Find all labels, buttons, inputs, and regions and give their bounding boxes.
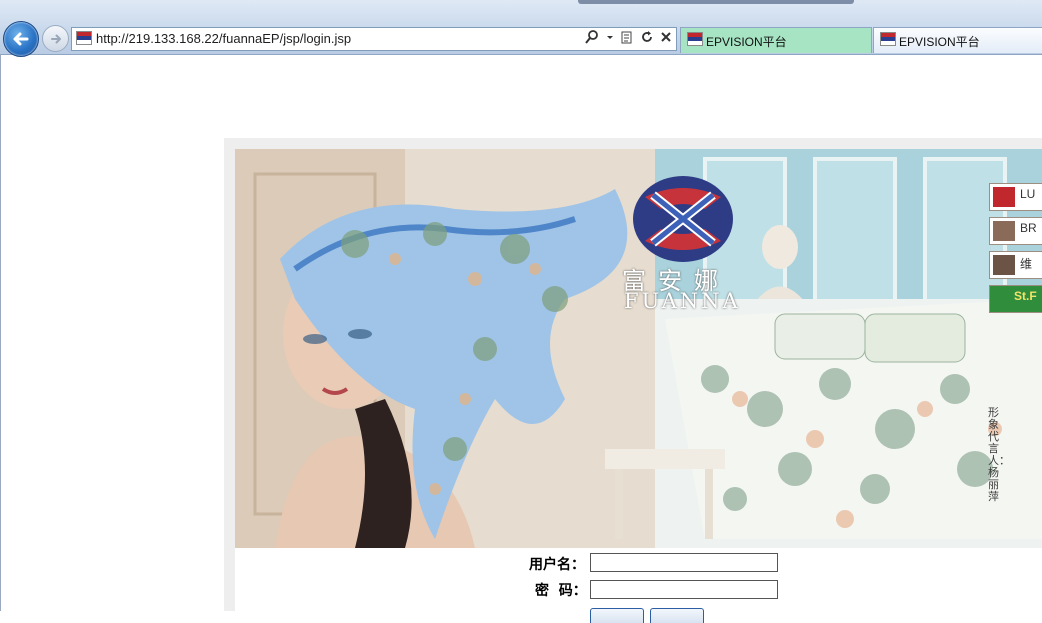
banner-artwork — [235, 149, 1042, 548]
window-caption-strip — [578, 0, 854, 4]
side-brand-logo: LU — [989, 183, 1042, 211]
tab-epvision-active[interactable]: EPVISION平台 — [680, 27, 872, 53]
window-left-border — [0, 54, 1, 611]
login-form: 用户名： 密 码： — [235, 548, 1042, 623]
stop-icon[interactable] — [660, 29, 672, 49]
side-brand-logo: BR — [989, 217, 1042, 245]
side-brand-logo: 维 — [989, 251, 1042, 279]
site-favicon-icon — [687, 32, 703, 46]
arrow-left-icon — [13, 32, 29, 46]
chevron-down-icon[interactable] — [606, 29, 614, 49]
compatibility-view-icon[interactable] — [620, 29, 634, 49]
login-panel: 富安娜 FUANNA LU BR 维 St.F 形象代言人：杨丽萍 用户名： 密… — [224, 138, 1042, 623]
brand-name-en: FUANNA — [624, 289, 741, 313]
login-button[interactable] — [590, 608, 644, 623]
address-url[interactable]: http://219.133.168.22/fuannaEP/jsp/login… — [96, 31, 351, 46]
back-button[interactable] — [3, 21, 39, 57]
address-bar-tools — [584, 29, 672, 49]
tab-label: EPVISION平台 — [706, 35, 787, 49]
tab-epvision[interactable]: EPVISION平台 — [873, 27, 1042, 53]
tab-label: EPVISION平台 — [899, 35, 980, 49]
address-bar[interactable]: http://219.133.168.22/fuannaEP/jsp/login… — [71, 27, 677, 51]
reset-button[interactable] — [650, 608, 704, 623]
password-label: 密 码： — [535, 583, 587, 599]
site-favicon-icon — [76, 31, 92, 45]
side-brand-logo: St.F — [989, 285, 1042, 313]
browser-toolbar: http://219.133.168.22/fuannaEP/jsp/login… — [0, 0, 1042, 57]
refresh-icon[interactable] — [640, 29, 654, 49]
spokesperson-caption: 形象代言人：杨丽萍 — [988, 406, 1010, 503]
password-input[interactable] — [590, 580, 778, 599]
brand-banner-image: 富安娜 FUANNA LU BR 维 St.F 形象代言人：杨丽萍 — [235, 149, 1042, 548]
forward-button[interactable] — [42, 25, 69, 52]
username-input[interactable] — [590, 553, 778, 572]
username-label: 用户名： — [529, 557, 585, 573]
search-icon[interactable] — [584, 29, 600, 49]
arrow-right-icon — [50, 34, 61, 43]
site-favicon-icon — [880, 32, 896, 46]
